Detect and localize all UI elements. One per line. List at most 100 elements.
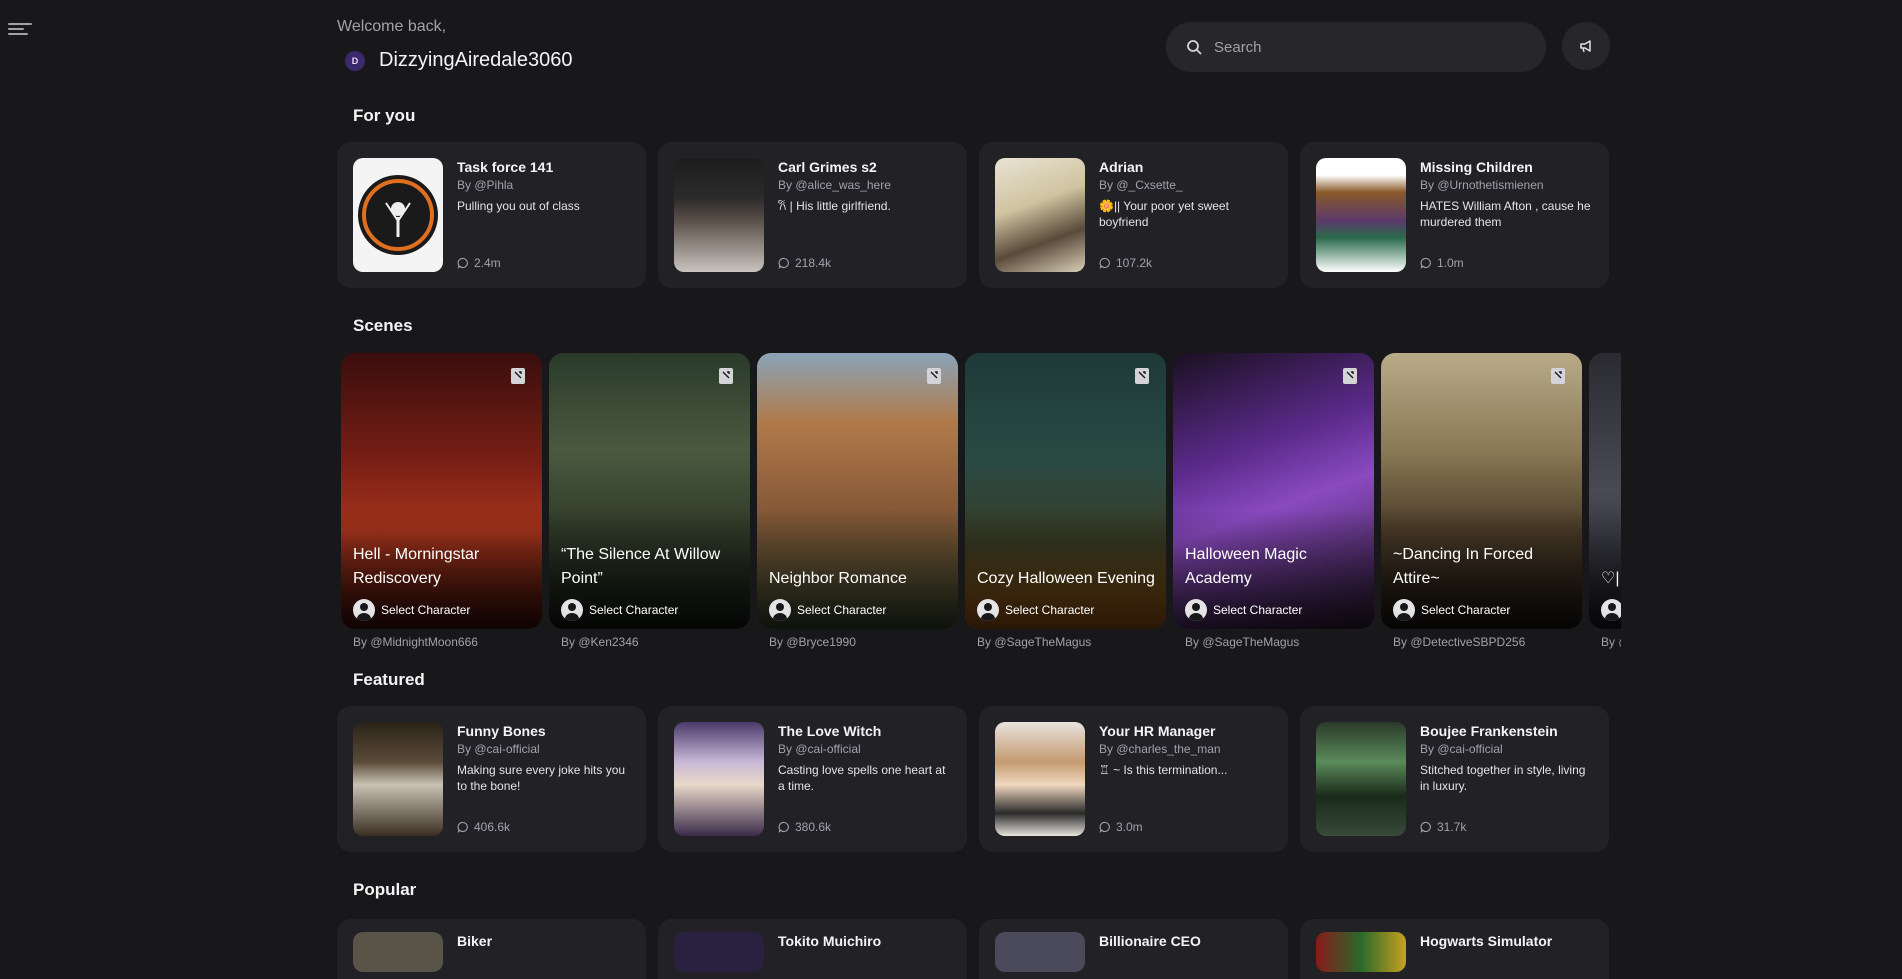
- chat-count: 380.6k: [778, 820, 831, 834]
- character-author[interactable]: By @alice_was_here: [778, 178, 951, 192]
- character-name: Tokito Muichiro: [778, 933, 882, 949]
- character-description: Casting love spells one heart at a time.: [778, 763, 946, 793]
- select-character-button[interactable]: Select Character: [353, 599, 470, 621]
- scene-card[interactable]: Cozy Halloween Evening Select Character: [965, 353, 1166, 629]
- character-author[interactable]: By @cai-official: [457, 742, 630, 756]
- scene-card[interactable]: Halloween Magic Academy Select Character: [1173, 353, 1374, 629]
- chat-bubble-icon: [457, 821, 468, 833]
- chat-count-value: 218.4k: [795, 256, 832, 270]
- character-description: Stitched together in style, living in lu…: [1420, 763, 1586, 793]
- character-name: Hogwarts Simulator: [1420, 933, 1553, 949]
- user-icon: [561, 599, 583, 621]
- character-author[interactable]: By @cai-official: [778, 742, 951, 756]
- select-character-button[interactable]: Select Character: [977, 599, 1094, 621]
- character-name: The Love Witch: [778, 723, 882, 739]
- character-card[interactable]: Missing Children By @Urnothetismienen HA…: [1300, 142, 1609, 288]
- character-card[interactable]: Funny Bones By @cai-official Making sure…: [337, 706, 646, 852]
- character-card[interactable]: Billionaire CEO: [979, 919, 1288, 979]
- scene-author[interactable]: By @: [1589, 635, 1621, 649]
- character-avatar: [995, 158, 1085, 272]
- select-character-button[interactable]: Select Character: [561, 599, 678, 621]
- scene-author[interactable]: By @SageTheMagus: [965, 635, 1166, 649]
- user-icon: [1185, 599, 1207, 621]
- character-description: 𐙚 | His little girlfriend.: [778, 199, 891, 213]
- scene-card[interactable]: “The Silence At Willow Point” Select Cha…: [549, 353, 750, 629]
- character-description: Pulling you out of class: [457, 199, 580, 213]
- character-author[interactable]: By @Pihla: [457, 178, 630, 192]
- menu-line: [8, 33, 28, 35]
- select-character-button[interactable]: Select Character: [1393, 599, 1510, 621]
- scene-author[interactable]: By @SageTheMagus: [1173, 635, 1374, 649]
- select-character-label: Select Character: [1213, 603, 1303, 617]
- book-icon[interactable]: [510, 367, 526, 385]
- character-info: Boujee Frankenstein By @cai-official Sti…: [1420, 722, 1593, 836]
- scene-card[interactable]: Hell - Morningstar Rediscovery Select Ch…: [341, 353, 542, 629]
- character-name: Funny Bones: [457, 723, 546, 739]
- section-title-scenes: Scenes: [353, 316, 413, 335]
- scene-card[interactable]: Neighbor Romance Select Character: [757, 353, 958, 629]
- search-box[interactable]: [1166, 22, 1546, 72]
- character-card[interactable]: Boujee Frankenstein By @cai-official Sti…: [1300, 706, 1609, 852]
- book-icon[interactable]: [1342, 367, 1358, 385]
- character-avatar: [995, 722, 1085, 836]
- character-card[interactable]: Adrian By @_Cxsette_ 🌼|| Your poor yet s…: [979, 142, 1288, 288]
- search-input[interactable]: [1214, 38, 1534, 56]
- character-card[interactable]: Carl Grimes s2 By @alice_was_here 𐙚 | Hi…: [658, 142, 967, 288]
- section-title-popular: Popular: [353, 880, 417, 899]
- select-character-button[interactable]: Select Character: [769, 599, 886, 621]
- chat-bubble-icon: [1420, 257, 1431, 269]
- section-title-featured: Featured: [353, 670, 425, 689]
- character-card[interactable]: The Love Witch By @cai-official Casting …: [658, 706, 967, 852]
- scene-author[interactable]: By @MidnightMoon666: [341, 635, 542, 649]
- chat-bubble-icon: [778, 257, 789, 269]
- character-avatar: [674, 932, 764, 972]
- scene-card[interactable]: ~Dancing In Forced Attire~ Select Charac…: [1381, 353, 1582, 629]
- character-author[interactable]: By @_Cxsette_: [1099, 178, 1272, 192]
- scene-title: ♡|: [1601, 570, 1620, 587]
- character-card[interactable]: Hogwarts Simulator: [1300, 919, 1609, 979]
- select-character-button[interactable]: Select Character: [1185, 599, 1302, 621]
- user-avatar[interactable]: D: [345, 50, 365, 71]
- scene-card[interactable]: ♡|: [1589, 353, 1621, 629]
- select-character-label: Select Character: [1005, 603, 1095, 617]
- scene-author[interactable]: By @Bryce1990: [757, 635, 958, 649]
- menu-button[interactable]: [8, 20, 32, 40]
- scene-author[interactable]: By @DetectiveSBPD256: [1381, 635, 1582, 649]
- scene-item: Halloween Magic Academy Select Character…: [1173, 353, 1374, 649]
- character-card[interactable]: Your HR Manager By @charles_the_man ♖ ~ …: [979, 706, 1288, 852]
- character-name: Billionaire CEO: [1099, 933, 1201, 949]
- announcements-button[interactable]: [1562, 22, 1610, 70]
- character-avatar: [1316, 722, 1406, 836]
- menu-line: [8, 23, 32, 25]
- chat-bubble-icon: [1099, 257, 1110, 269]
- character-avatar: [353, 932, 443, 972]
- chat-count: 1.0m: [1420, 256, 1464, 270]
- chat-count-value: 31.7k: [1437, 820, 1467, 834]
- character-info: Task force 141 By @Pihla Pulling you out…: [457, 158, 630, 272]
- scene-author[interactable]: By @Ken2346: [549, 635, 750, 649]
- book-icon[interactable]: [718, 367, 734, 385]
- character-avatar: [1316, 932, 1406, 972]
- character-card[interactable]: Task force 141 By @Pihla Pulling you out…: [337, 142, 646, 288]
- user-icon: [769, 599, 791, 621]
- character-author[interactable]: By @cai-official: [1420, 742, 1593, 756]
- scene-title: Neighbor Romance: [769, 570, 907, 587]
- character-card[interactable]: Biker: [337, 919, 646, 979]
- character-author[interactable]: By @charles_the_man: [1099, 742, 1272, 756]
- section-title-for-you: For you: [353, 106, 416, 125]
- chat-count: 3.0m: [1099, 820, 1143, 834]
- character-description: Making sure every joke hits you to the b…: [457, 763, 626, 793]
- character-author[interactable]: By @Urnothetismienen: [1420, 178, 1593, 192]
- scene-item: ~Dancing In Forced Attire~ Select Charac…: [1381, 353, 1582, 649]
- for-you-row: Task force 141 By @Pihla Pulling you out…: [337, 142, 1609, 288]
- scene-item: ♡| By @: [1589, 353, 1621, 649]
- book-icon[interactable]: [1550, 367, 1566, 385]
- menu-line: [8, 28, 24, 30]
- character-card[interactable]: Tokito Muichiro: [658, 919, 967, 979]
- select-character-button[interactable]: [1601, 599, 1621, 621]
- book-icon[interactable]: [1134, 367, 1150, 385]
- book-icon[interactable]: [926, 367, 942, 385]
- character-name: Your HR Manager: [1099, 723, 1216, 739]
- character-name: Biker: [457, 933, 493, 949]
- chat-bubble-icon: [1420, 821, 1431, 833]
